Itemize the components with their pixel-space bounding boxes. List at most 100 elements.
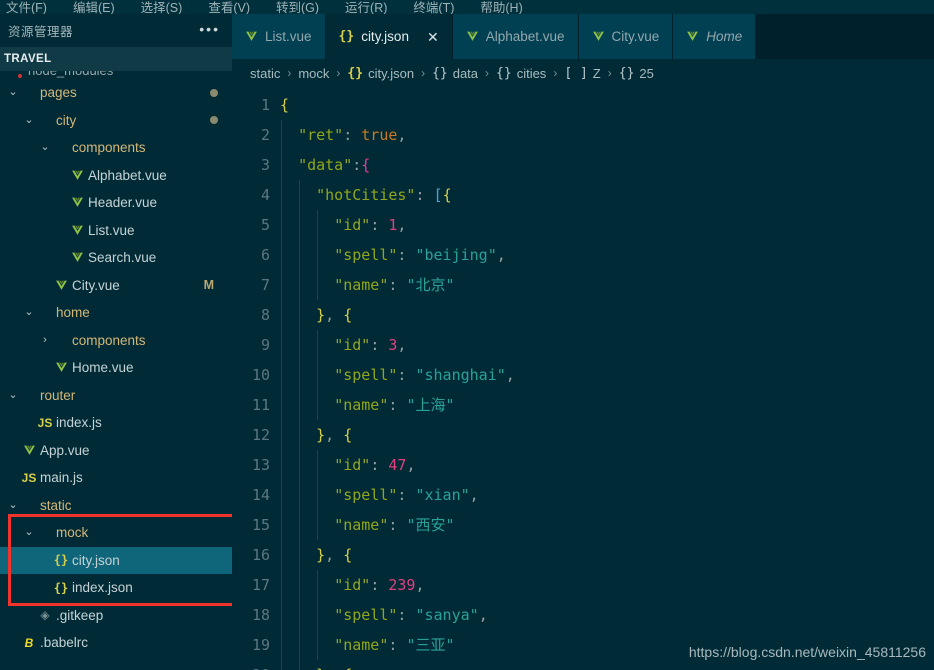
more-actions-icon[interactable]: ••• bbox=[199, 21, 220, 41]
menu-item-0[interactable]: 文件(F) bbox=[6, 2, 47, 15]
tree-item-label: index.json bbox=[72, 580, 133, 596]
code-line[interactable]: }, { bbox=[280, 300, 934, 330]
tree-item-pages[interactable]: ⌄ pages bbox=[0, 79, 232, 107]
tree-item-main-js[interactable]: JS main.js bbox=[0, 464, 232, 492]
code-line[interactable]: "spell": "xian", bbox=[280, 480, 934, 510]
tree-item-city[interactable]: ⌄ city bbox=[0, 107, 232, 135]
tree-item-router[interactable]: ⌄ router bbox=[0, 382, 232, 410]
editor-tab-list-vue[interactable]: List.vue bbox=[232, 14, 326, 59]
line-number: 14 bbox=[251, 486, 270, 504]
code-line[interactable]: "ret": true, bbox=[280, 120, 934, 150]
chevron-down-icon[interactable]: ⌄ bbox=[6, 389, 20, 401]
menu-item-2[interactable]: 选择(S) bbox=[141, 2, 183, 15]
tree-item-label: .babelrc bbox=[40, 635, 89, 651]
code-token: : bbox=[370, 456, 389, 474]
breadcrumb-item-1[interactable]: mock bbox=[298, 66, 329, 81]
explorer-sidebar: 资源管理器 ••• TRAVEL node_modules ⌄ pages ⌄ cit… bbox=[0, 14, 232, 670]
workspace-section-header[interactable]: TRAVEL bbox=[0, 47, 232, 71]
editor-tab-home[interactable]: Home bbox=[673, 14, 757, 59]
code-line[interactable]: "name": "北京" bbox=[280, 270, 934, 300]
editor-tab-alphabet-vue[interactable]: Alphabet.vue bbox=[452, 14, 579, 59]
code-line[interactable]: }, { bbox=[280, 540, 934, 570]
chevron-down-icon[interactable]: ⌄ bbox=[6, 499, 20, 511]
line-number-gutter: 123456789101112131415161718192021 bbox=[232, 87, 280, 670]
tree-item-index-js[interactable]: JS index.js bbox=[0, 409, 232, 437]
tree-item-components[interactable]: ⌄ components bbox=[0, 134, 232, 162]
breadcrumb-item-5[interactable]: [ ] Z bbox=[564, 66, 600, 81]
menu-item-7[interactable]: 帮助(H) bbox=[480, 2, 522, 15]
menu-item-6[interactable]: 终端(T) bbox=[413, 2, 454, 15]
code-line[interactable]: "name": "三亚" bbox=[280, 630, 934, 660]
code-token: , bbox=[505, 366, 515, 384]
breadcrumb-separator-icon: › bbox=[553, 66, 558, 80]
breadcrumb-item-3[interactable]: {} data bbox=[432, 66, 478, 81]
code-line[interactable]: "id": 3, bbox=[280, 330, 934, 360]
code-line[interactable]: }, { bbox=[280, 660, 934, 670]
tree-item-babelrc[interactable]: B .babelrc bbox=[0, 629, 232, 657]
line-number: 1 bbox=[260, 96, 270, 114]
code-token: "hotCities" bbox=[316, 186, 416, 204]
menu-item-4[interactable]: 转到(G) bbox=[276, 2, 319, 15]
code-line[interactable]: "spell": "sanya", bbox=[280, 600, 934, 630]
chevron-down-icon[interactable]: ⌄ bbox=[6, 87, 20, 98]
breadcrumb-item-0[interactable]: static bbox=[250, 66, 280, 81]
breadcrumb-item-label: static bbox=[250, 65, 281, 81]
code-line[interactable]: "id": 47, bbox=[280, 450, 934, 480]
tree-item-label: home bbox=[56, 305, 90, 321]
tree-item-static[interactable]: ⌄ static bbox=[0, 492, 232, 520]
code-content[interactable]: { "ret": true, "data":{ "hotCities": [{ … bbox=[280, 87, 934, 670]
menu-item-1[interactable]: 编辑(E) bbox=[73, 2, 115, 15]
code-token: { bbox=[361, 156, 371, 174]
menu-bar: 文件(F) 编辑(E) 选择(S) 查看(V) 转到(G) 运行(R) 终端(T) 帮助(H) bbox=[0, 0, 934, 14]
code-line[interactable]: "name": "西安" bbox=[280, 510, 934, 540]
js-file-icon: JS bbox=[37, 415, 53, 430]
breadcrumb: static › mock ›{} city.json ›{} data ›{} cities ›… bbox=[232, 59, 934, 87]
editor-tab-city-vue[interactable]: City.vue bbox=[578, 14, 674, 59]
chevron-right-icon[interactable]: › bbox=[38, 334, 52, 346]
tree-item-mock[interactable]: ⌄ mock bbox=[0, 519, 232, 547]
code-token: , bbox=[397, 336, 407, 354]
tree-item-app-vue[interactable]: App.vue bbox=[0, 437, 232, 465]
code-line[interactable]: "spell": "shanghai", bbox=[280, 360, 934, 390]
code-line[interactable]: }, { bbox=[280, 420, 934, 450]
breadcrumb-item-4[interactable]: {} cities bbox=[496, 66, 546, 81]
clipped-tree-row[interactable]: node_modules bbox=[0, 71, 232, 79]
code-token: , bbox=[406, 456, 416, 474]
tree-item-search-vue[interactable]: Search.vue bbox=[0, 244, 232, 272]
code-line[interactable]: { bbox=[280, 90, 934, 120]
code-token: : bbox=[352, 156, 362, 174]
menu-item-5[interactable]: 运行(R) bbox=[345, 2, 387, 15]
tree-item-gitkeep[interactable]: ◈ .gitkeep bbox=[0, 602, 232, 630]
code-token: , bbox=[397, 216, 407, 234]
code-line[interactable]: "spell": "beijing", bbox=[280, 240, 934, 270]
code-line[interactable]: "name": "上海" bbox=[280, 390, 934, 420]
tree-item-index-json[interactable]: {} index.json bbox=[0, 574, 232, 602]
chevron-down-icon[interactable]: ⌄ bbox=[22, 307, 36, 318]
breadcrumb-item-6[interactable]: {} 25 bbox=[619, 66, 654, 81]
tree-item-alphabet-vue[interactable]: Alphabet.vue bbox=[0, 162, 232, 190]
code-token: : bbox=[415, 186, 434, 204]
code-line[interactable]: "id": 1, bbox=[280, 210, 934, 240]
code-line[interactable]: "hotCities": [{ bbox=[280, 180, 934, 210]
tree-item-city-json[interactable]: {} city.json bbox=[0, 546, 232, 574]
code-token: "spell" bbox=[334, 486, 398, 504]
tree-item-home-vue[interactable]: Home.vue bbox=[0, 354, 232, 382]
tree-item-city-vue[interactable]: City.vue M bbox=[0, 272, 232, 300]
git-status-badge: M bbox=[203, 278, 214, 293]
tree-item-components[interactable]: › components bbox=[0, 327, 232, 355]
chevron-down-icon[interactable]: ⌄ bbox=[22, 527, 36, 538]
chevron-down-icon[interactable]: ⌄ bbox=[38, 142, 52, 153]
tree-item-home[interactable]: ⌄ home bbox=[0, 299, 232, 327]
explorer-header: 资源管理器 ••• bbox=[0, 14, 232, 47]
chevron-down-icon[interactable]: ⌄ bbox=[22, 114, 36, 126]
line-number: 16 bbox=[251, 546, 270, 564]
menu-item-3[interactable]: 查看(V) bbox=[208, 2, 250, 15]
breadcrumb-item-2[interactable]: {} city.json bbox=[347, 66, 414, 81]
close-icon[interactable]: ✕ bbox=[427, 30, 439, 44]
code-line[interactable]: "data":{ bbox=[280, 150, 934, 180]
tree-item-header-vue[interactable]: Header.vue bbox=[0, 189, 232, 217]
code-line[interactable]: "id": 239, bbox=[280, 570, 934, 600]
tree-item-list-vue[interactable]: List.vue bbox=[0, 217, 232, 245]
code-editor[interactable]: 123456789101112131415161718192021 { "ret… bbox=[232, 87, 934, 670]
editor-tab-city-json[interactable]: {} city.json ✕ bbox=[325, 14, 453, 59]
